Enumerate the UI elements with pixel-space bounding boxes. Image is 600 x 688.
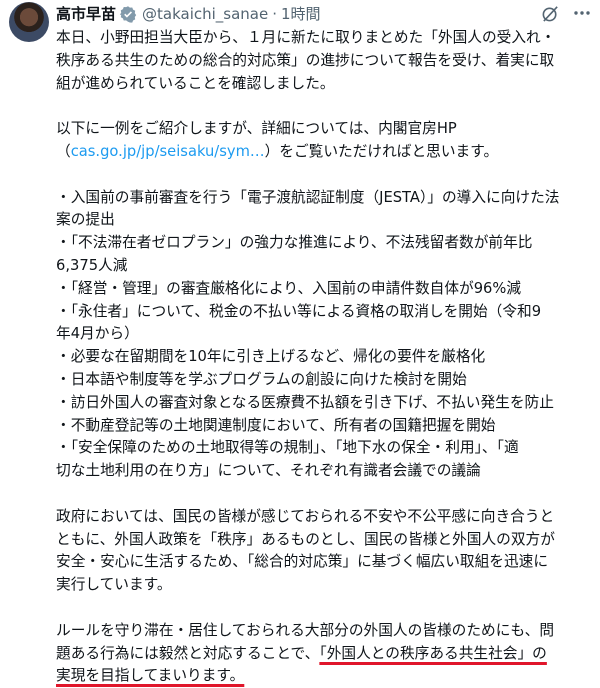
text-line: 政府においては、国民の皆様が感じておられる不安や不公平感に向き合うと: [56, 507, 555, 525]
bullet-line: 6,375人減: [56, 256, 128, 274]
author-name[interactable]: 高市早苗: [56, 3, 116, 25]
separator-dot: ·: [272, 5, 278, 23]
highlighted-text: 「外国人との秩序ある共生社会」の: [319, 644, 547, 662]
text-line: 実現を目指してまいります。: [56, 665, 594, 688]
website-link[interactable]: cas.go.jp/jp/seisaku/sym…: [71, 143, 265, 160]
text-line: 実行しています。: [56, 576, 172, 594]
text-line: 組が進められていることを確認しました。: [56, 74, 335, 92]
bullet-line: 切な土地利用の在り方」について、それぞれ有識者会議での議論: [56, 462, 481, 480]
post-time[interactable]: 1時間: [281, 3, 321, 25]
text-line: 秩序ある共生のための総合的対応策」の進捗について報告を受け、着実に取: [56, 51, 555, 69]
text-line: 本日、小野田担当大臣から、１月に新たに取りまとめた「外国人の受入れ・: [56, 29, 556, 46]
grok-icon[interactable]: [540, 3, 560, 23]
bullet-line: ・「経営・管理」の審査厳格化により、入国前の申請件数自体が96%減: [56, 279, 522, 297]
highlighted-text: 題ある行為には毅然と対応することで、: [56, 644, 320, 662]
tweet-text: 本日、小野田担当大臣から、１月に新たに取りまとめた「外国人の受入れ・ 秩序ある共…: [56, 27, 594, 688]
header-actions: [540, 3, 592, 23]
bullet-line: 年4月から）: [56, 325, 139, 343]
tweet-header: 高市早苗 @takaichi_sanae · 1時間: [56, 3, 321, 25]
tweet: 高市早苗 @takaichi_sanae · 1時間 本日、小野田担当大臣から、…: [0, 0, 600, 684]
bullet-line: ・必要な在留期間を10年に引き上げるなど、帰化の要件を厳格化: [56, 348, 486, 366]
text-line: 題ある行為には毅然と対応することで、「外国人との秩序ある共生社会」の: [56, 643, 594, 666]
avatar[interactable]: [9, 2, 49, 42]
highlighted-text: 実現を目指してまいります。: [56, 667, 245, 685]
bullet-line: ・「不法滞在者ゼロプラン」の強力な推進により、不法残留者数が前年比: [56, 234, 533, 252]
bullet-line: ・「安全保障のための土地取得等の規制」、「地下水の保全・利用」、「適: [56, 439, 519, 457]
more-icon[interactable]: [572, 3, 592, 23]
text-line: （cas.go.jp/jp/seisaku/sym…）をご覧いただければと思いま…: [56, 142, 499, 160]
bullet-line: ・「永住者」について、税金の不払い等による資格の取消しを開始（令和9: [56, 302, 542, 320]
text-line: 安全・安心に生活するため、「総合的対応策」に基づく幅広い取組を迅速に: [56, 553, 549, 571]
bullet-line: 案の提出: [56, 211, 115, 229]
text-line: ルールを守り滞在・居住しておられる大部分の外国人の皆様のためにも、問: [56, 621, 555, 639]
bullet-line: ・不動産登記等の土地関連制度において、所有者の国籍把握を開始: [56, 416, 496, 434]
text-line: ともに、外国人政策を「秩序」あるものとし、国民の皆様と外国人の双方が: [56, 530, 555, 548]
verified-badge-icon: [119, 5, 137, 23]
text-line: 以下に一例をご紹介しますが、詳細については、内閣官房HP: [56, 120, 457, 138]
bullet-line: ・入国前の事前審査を行う「電子渡航認証制度（JESTA）」の導入に向けた法: [56, 188, 560, 206]
bullet-line: ・日本語や制度等を学ぶプログラムの創設に向けた検討を開始: [56, 370, 467, 388]
author-handle[interactable]: @takaichi_sanae: [142, 3, 268, 25]
bullet-line: ・訪日外国人の審査対象となる医療費不払額を引き下げ、不払い発生を防止: [56, 393, 554, 411]
